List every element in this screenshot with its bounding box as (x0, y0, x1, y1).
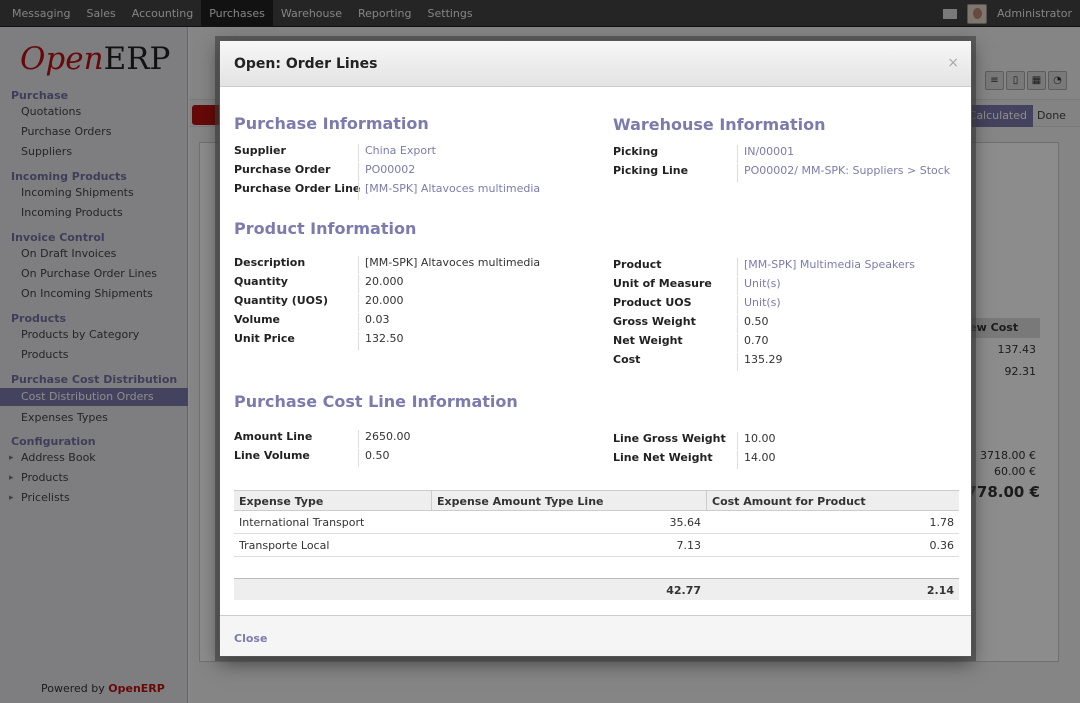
quantity-uos-label: Quantity (UOS) (234, 294, 328, 307)
quantity-value: 20.000 (358, 275, 404, 293)
cell-expense-type: Transporte Local (239, 539, 330, 552)
section-purchase-information: Purchase Information (234, 114, 429, 133)
close-button[interactable]: Close (234, 632, 267, 645)
dialog-footer: Close (220, 615, 971, 656)
product-uos-label: Product UOS (613, 296, 692, 309)
picking-line-value[interactable]: PO00002/ MM-SPK: Suppliers > Stock (737, 164, 950, 182)
picking-value[interactable]: IN/00001 (737, 145, 794, 163)
purchase-order-label: Purchase Order (234, 163, 331, 176)
col-expense-type[interactable]: Expense Type (239, 495, 323, 508)
cost-value: 135.29 (737, 353, 783, 371)
purchase-order-value[interactable]: PO00002 (358, 163, 415, 181)
line-net-weight-label: Line Net Weight (613, 451, 713, 464)
col-expense-amount[interactable]: Expense Amount Type Line (437, 495, 604, 508)
picking-label: Picking (613, 145, 659, 158)
dialog-header: Open: Order Lines × (220, 41, 971, 87)
net-weight-label: Net Weight (613, 334, 683, 347)
volume-value: 0.03 (358, 313, 390, 331)
description-value: [MM-SPK] Altavoces multimedia (358, 256, 540, 274)
table-header: Expense Type Expense Amount Type Line Co… (234, 490, 959, 511)
order-lines-dialog: Open: Order Lines × Purchase Information… (219, 40, 972, 657)
cell-expense-type: International Transport (239, 516, 365, 529)
dialog-title: Open: Order Lines (234, 56, 378, 72)
table-row[interactable]: International Transport 35.64 1.78 (234, 511, 959, 534)
cell-expense-amount: 35.64 (669, 516, 702, 529)
uom-value[interactable]: Unit(s) (737, 277, 781, 295)
quantity-label: Quantity (234, 275, 288, 288)
col-cost-amount[interactable]: Cost Amount for Product (712, 495, 866, 508)
supplier-value[interactable]: China Export (358, 144, 436, 162)
net-weight-value: 0.70 (737, 334, 769, 352)
supplier-label: Supplier (234, 144, 286, 157)
table-row[interactable]: Transporte Local 7.13 0.36 (234, 534, 959, 557)
unit-price-label: Unit Price (234, 332, 295, 345)
purchase-order-line-label: Purchase Order Line (234, 182, 361, 195)
section-cost-line-information: Purchase Cost Line Information (234, 392, 518, 411)
cell-expense-amount: 7.13 (676, 539, 702, 552)
picking-line-label: Picking Line (613, 164, 689, 177)
product-value[interactable]: [MM-SPK] Multimedia Speakers (737, 258, 915, 276)
column-divider (431, 491, 432, 511)
line-gross-weight-value: 10.00 (737, 432, 776, 450)
line-net-weight-value: 14.00 (737, 451, 776, 469)
description-label: Description (234, 256, 306, 269)
section-warehouse-information: Warehouse Information (613, 115, 826, 134)
uom-label: Unit of Measure (613, 277, 712, 290)
unit-price-value: 132.50 (358, 332, 404, 350)
cost-label: Cost (613, 353, 641, 366)
section-product-information: Product Information (234, 219, 417, 238)
close-icon[interactable]: × (947, 55, 959, 71)
amount-line-label: Amount Line (234, 430, 313, 443)
volume-label: Volume (234, 313, 280, 326)
cell-cost-amount: 0.36 (929, 539, 955, 552)
amount-line-value: 2650.00 (358, 430, 411, 448)
cell-cost-amount: 1.78 (929, 516, 955, 529)
product-label: Product (613, 258, 662, 271)
total-cost-amount: 2.14 (926, 584, 954, 597)
line-volume-label: Line Volume (234, 449, 310, 462)
line-volume-value: 0.50 (358, 449, 390, 467)
gross-weight-value: 0.50 (737, 315, 769, 333)
line-gross-weight-label: Line Gross Weight (613, 432, 726, 445)
table-totals-row: 42.77 2.14 (234, 578, 959, 600)
purchase-order-line-value[interactable]: [MM-SPK] Altavoces multimedia (358, 182, 540, 200)
quantity-uos-value: 20.000 (358, 294, 404, 312)
total-expense-amount: 42.77 (666, 584, 701, 597)
product-uos-value[interactable]: Unit(s) (737, 296, 781, 314)
column-divider (706, 491, 707, 511)
gross-weight-label: Gross Weight (613, 315, 696, 328)
